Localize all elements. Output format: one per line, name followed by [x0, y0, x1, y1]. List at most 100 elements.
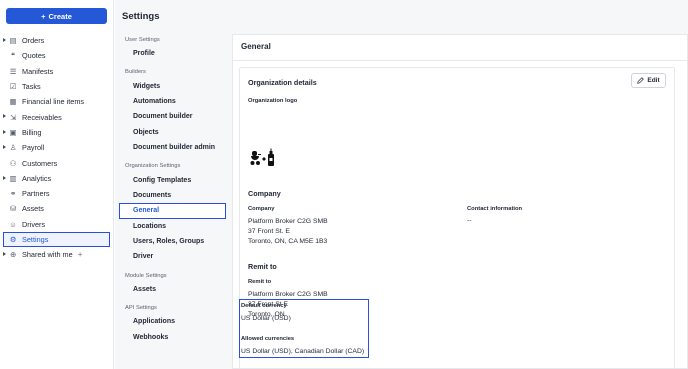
divider — [233, 60, 687, 61]
users-icon: ⚇ — [9, 158, 17, 168]
subnav-item-document-builder[interactable]: Document builder — [115, 109, 230, 124]
add-shared-icon[interactable]: + — [78, 250, 83, 259]
caret-right-icon[interactable] — [3, 129, 6, 134]
clipboard-icon: ▤ — [9, 36, 17, 46]
sidebar-item-label: Quotes — [22, 51, 46, 61]
sidebar-item-receivables[interactable]: ⇲ Receivables — [0, 109, 114, 124]
contact-info-label: Contact information — [467, 206, 523, 212]
sidebar-item-label: Billing — [22, 127, 42, 137]
sidebar-item-quotes[interactable]: ❝ Quotes — [0, 48, 114, 63]
caret-right-icon[interactable] — [3, 252, 6, 257]
receivables-icon: ⇲ — [9, 112, 17, 122]
create-button[interactable]: + Create — [6, 8, 107, 24]
sidebar-item-tasks[interactable]: ☑ Tasks — [0, 79, 114, 94]
globe-icon: ⊕ — [9, 250, 17, 260]
sidebar-item-label: Shared with me — [22, 250, 73, 260]
sidebar-item-label: Customers — [22, 158, 58, 168]
sidebar-nav: ▤ Orders ❝ Quotes ☰ Manifests ☑ Tasks ▦ Financial… — [0, 33, 114, 262]
edit-button[interactable]: Edit — [631, 73, 666, 88]
subnav-item-users-roles-groups[interactable]: Users, Roles, Groups — [115, 234, 230, 249]
company-line: Platform Broker C2G SMB — [248, 218, 328, 225]
sidebar-item-shared-with-me[interactable]: ⊕ Shared with me + — [0, 247, 114, 262]
quote-icon: ❝ — [11, 51, 15, 61]
subnav-item-general[interactable]: General — [119, 203, 226, 219]
sidebar-item-analytics[interactable]: ▥ Analytics — [0, 171, 114, 186]
chart-icon: ▥ — [9, 173, 17, 183]
sidebar-item-assets[interactable]: ⛁ Assets — [0, 201, 114, 216]
subnav-heading-module-settings: Module Settings — [125, 272, 167, 279]
manifest-icon: ☰ — [9, 66, 17, 76]
sidebar-item-label: Drivers — [22, 219, 46, 229]
allowed-currencies-label: Allowed currencies — [241, 336, 295, 342]
org-details-title: Organization details — [248, 78, 317, 87]
sidebar-item-label: Tasks — [22, 82, 41, 92]
company-line: Toronto, ON, CA M5E 1B3 — [248, 238, 328, 245]
subnav-heading-builders: Builders — [125, 69, 146, 76]
assets-icon: ⛁ — [9, 204, 17, 214]
sidebar-item-manifests[interactable]: ☰ Manifests — [0, 64, 114, 79]
subnav-item-widgets[interactable]: Widgets — [115, 78, 230, 93]
driver-icon: ☺ — [9, 219, 17, 229]
sidebar-item-label: Payroll — [22, 143, 45, 153]
plus-icon: + — [41, 11, 46, 21]
subnav-item-documents[interactable]: Documents — [115, 188, 230, 203]
gear-icon: ⚙ — [9, 235, 17, 244]
ledger-icon: ▦ — [9, 97, 17, 107]
caret-right-icon[interactable] — [3, 114, 6, 119]
general-card: General Organization details Edit Organi… — [232, 34, 688, 369]
main-sidebar: + Create ▤ Orders ❝ Quotes ☰ Manifests ☑ Tasks ▦… — [0, 0, 114, 369]
payroll-icon: ♙ — [9, 143, 17, 153]
subnav-item-locations[interactable]: Locations — [115, 219, 230, 234]
sidebar-item-label: Orders — [22, 36, 45, 46]
subnav-item-applications[interactable]: Applications — [115, 314, 230, 329]
subnav-item-profile[interactable]: Profile — [115, 46, 230, 61]
checkbox-icon: ☑ — [9, 82, 17, 92]
caret-right-icon[interactable] — [3, 175, 6, 180]
subnav-heading-api-settings: API Settings — [125, 305, 157, 312]
sidebar-item-label: Analytics — [22, 173, 52, 183]
organization-logo — [250, 148, 274, 166]
subnav-item-document-builder-admin[interactable]: Document builder admin — [115, 140, 230, 155]
create-button-label: Create — [48, 11, 72, 21]
settings-subnav: User Settings Profile Builders Widgets A… — [115, 34, 230, 345]
subnav-item-assets[interactable]: Assets — [115, 282, 230, 297]
caret-right-icon[interactable] — [3, 38, 6, 42]
company-section-title: Company — [248, 189, 281, 198]
sidebar-item-label: Manifests — [22, 66, 54, 76]
company-address: Platform Broker C2G SMB 37 Front St. E T… — [248, 217, 328, 247]
sidebar-item-financial-line-items[interactable]: ▦ Financial line items — [0, 94, 114, 109]
remit-section-title: Remit to — [248, 262, 277, 271]
sidebar-item-partners[interactable]: ⚭ Partners — [0, 186, 114, 201]
sidebar-item-label: Settings — [22, 235, 49, 244]
sidebar-item-drivers[interactable]: ☺ Drivers — [0, 217, 114, 232]
subnav-item-config-templates[interactable]: Config Templates — [115, 172, 230, 187]
sidebar-item-label: Partners — [22, 189, 50, 199]
pencil-icon — [637, 77, 645, 84]
sidebar-item-billing[interactable]: ▣ Billing — [0, 125, 114, 140]
sidebar-item-label: Financial line items — [22, 97, 85, 107]
default-currency-value: US Dollar (USD) — [241, 315, 291, 322]
sidebar-item-label: Receivables — [22, 112, 62, 122]
default-currency-label: Default currency — [241, 303, 287, 309]
currency-highlight: Default currency US Dollar (USD) Allowed… — [239, 299, 369, 358]
subnav-item-driver[interactable]: Driver — [115, 249, 230, 264]
sidebar-item-settings[interactable]: ⚙ Settings — [3, 231, 110, 248]
subnav-heading-organization-settings: Organization Settings — [125, 163, 181, 170]
company-line: 37 Front St. E — [248, 228, 290, 235]
sidebar-item-payroll[interactable]: ♙ Payroll — [0, 140, 114, 155]
remit-label: Remit to — [248, 279, 272, 285]
page-title: Settings — [122, 11, 160, 22]
subnav-item-objects[interactable]: Objects — [115, 125, 230, 140]
sidebar-item-orders[interactable]: ▤ Orders — [0, 33, 114, 48]
subnav-item-automations[interactable]: Automations — [115, 94, 230, 109]
caret-right-icon[interactable] — [3, 145, 6, 150]
contact-info-value: -- — [467, 217, 472, 224]
allowed-currencies-value: US Dollar (USD), Canadian Dollar (CAD) — [241, 348, 365, 355]
edit-button-label: Edit — [647, 77, 660, 84]
main-area: Settings User Settings Profile Builders … — [115, 0, 688, 369]
card-title: General — [241, 42, 271, 51]
subnav-item-webhooks[interactable]: Webhooks — [115, 329, 230, 344]
sidebar-item-label: Assets — [22, 204, 44, 214]
sidebar-item-customers[interactable]: ⚇ Customers — [0, 155, 114, 170]
subnav-heading-user-settings: User Settings — [125, 37, 160, 43]
